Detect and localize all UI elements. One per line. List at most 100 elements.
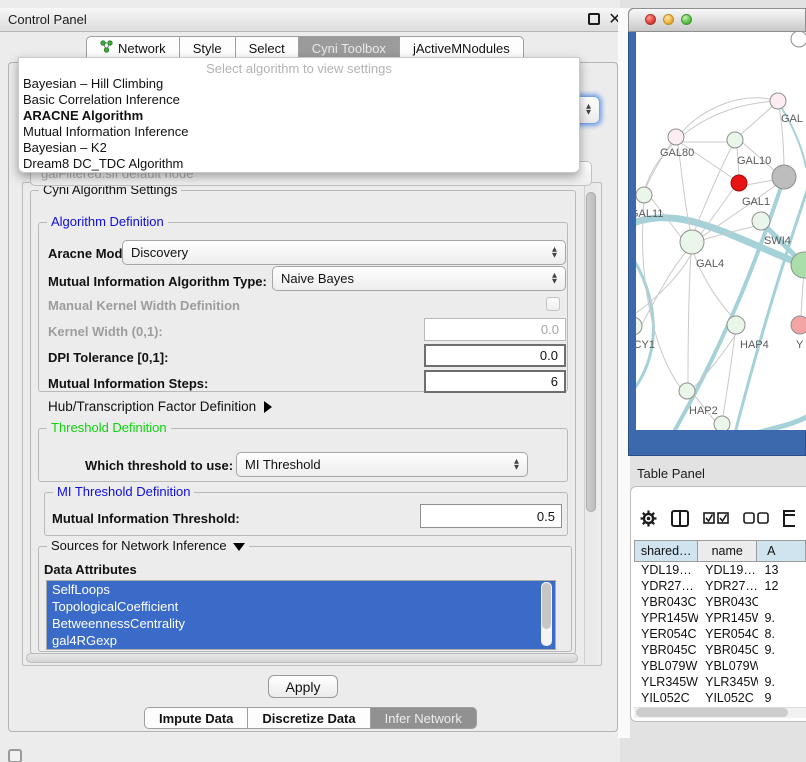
algorithm-option[interactable]: ARACNE Algorithm [19, 108, 579, 124]
table-cell: YPR145W [698, 610, 757, 626]
table-row[interactable]: YPR145WYPR145W9. [634, 610, 806, 626]
table-cell: YPR145W [634, 610, 698, 626]
tab-network[interactable]: Network [86, 36, 179, 59]
attribute-list-item[interactable]: TopologicalCoefficient [47, 598, 555, 615]
attribute-list-item[interactable]: BetweennessCentrality [47, 615, 555, 632]
tab-label: Cyni Toolbox [312, 41, 386, 56]
network-node[interactable] [791, 32, 806, 47]
table-row[interactable]: YER054CYER054C8. [634, 626, 806, 642]
select-all-checkboxes-icon[interactable] [703, 512, 729, 525]
deselect-checkboxes-icon[interactable] [743, 512, 769, 525]
bottom-tab-discretize-data[interactable]: Discretize Data [247, 707, 369, 729]
algorithm-dropdown-popup: Select algorithm to view settings Bayesi… [18, 57, 580, 173]
attribute-list-item[interactable]: SelfLoops [47, 581, 555, 598]
attributes-scrollbar-thumb[interactable] [542, 583, 551, 629]
tab-select[interactable]: Select [235, 36, 298, 59]
data-attributes-list[interactable]: SelfLoopsTopologicalCoefficientBetweenne… [46, 580, 556, 650]
minimize-window-icon[interactable] [663, 14, 674, 25]
aracne-mode-value: Discovery [131, 245, 188, 260]
panel-grip-icon[interactable] [8, 749, 22, 762]
table-row[interactable]: YBL079WYBL079W [634, 658, 806, 674]
table-cell: 9 [758, 690, 806, 706]
mi-threshold-field[interactable]: 0.5 [420, 504, 562, 528]
algorithm-option[interactable]: Mutual Information Inference [19, 124, 579, 140]
tab-cyni-toolbox[interactable]: Cyni Toolbox [298, 36, 399, 59]
table-row[interactable]: YDR27…YDR27…12 [634, 578, 806, 594]
settings-horizontal-scrollbar-thumb[interactable] [26, 653, 578, 663]
table-row[interactable]: YBR043CYBR043C [634, 594, 806, 610]
algorithm-option[interactable]: Basic Correlation Inference [19, 92, 579, 108]
apply-button[interactable]: Apply [268, 675, 338, 698]
bottom-tab-infer-network[interactable]: Infer Network [370, 707, 477, 729]
manual-kernel-width-checkbox[interactable] [546, 297, 560, 311]
table-cell: YDL19… [634, 562, 698, 578]
algorithm-popup-items: Bayesian – Hill ClimbingBasic Correlatio… [19, 76, 579, 172]
network-node-labels: GALGAL80GAL10GAL1GAL11SWI4GAL4GCY1HAP4YH… [636, 113, 804, 417]
float-window-icon[interactable] [588, 13, 600, 25]
tab-jactivemnodules[interactable]: jActiveMNodules [399, 36, 524, 59]
table-function-icon[interactable] [783, 510, 795, 527]
network-node-hap2[interactable] [679, 383, 695, 399]
column-header-name[interactable]: name [697, 540, 756, 562]
dpi-tolerance-field[interactable]: 0.0 [424, 344, 566, 367]
settings-vertical-scrollbar-thumb[interactable] [586, 192, 596, 512]
which-threshold-label: Which threshold to use: [85, 458, 233, 473]
hub-definition-label: Hub/Transcription Factor Definition [48, 399, 256, 414]
table-cell: 9. [758, 610, 806, 626]
algorithm-option[interactable]: Dream8 DC_TDC Algorithm [19, 156, 579, 172]
table-cell: YLR345W [698, 674, 757, 690]
zoom-window-icon[interactable] [681, 14, 692, 25]
table-cell: YDR27… [634, 578, 698, 594]
node-label: GAL [781, 113, 803, 125]
network-node-gal[interactable] [770, 93, 786, 109]
table-cell [758, 594, 806, 610]
mi-algorithm-type-combobox[interactable]: Naive Bayes ▲▼ [272, 266, 566, 291]
network-node-y[interactable] [791, 316, 806, 334]
node-label: Y [796, 339, 804, 351]
table-row[interactable]: YDL19…YDL19…13 [634, 562, 806, 578]
attribute-list-item[interactable]: gal4RGexp [47, 632, 555, 649]
table-cell: 13 [758, 562, 806, 578]
table-row[interactable]: YLR345WYLR345W9. [634, 674, 806, 690]
network-canvas[interactable]: GALGAL80GAL10GAL1GAL11SWI4GAL4GCY1HAP4YH… [636, 32, 806, 430]
gear-icon[interactable] [640, 510, 657, 527]
table-row[interactable]: YBR045CYBR045C9. [634, 642, 806, 658]
network-node-gal1[interactable] [731, 175, 747, 191]
mi-steps-field[interactable]: 6 [424, 370, 566, 393]
network-node-gal80[interactable] [668, 129, 684, 145]
algorithm-option[interactable]: Bayesian – Hill Climbing [19, 76, 579, 92]
network-node-gal10[interactable] [727, 132, 743, 148]
algorithm-definition-title: Algorithm Definition [47, 214, 168, 229]
network-node[interactable] [714, 416, 730, 430]
tab-style[interactable]: Style [179, 36, 235, 59]
network-node-gal11[interactable] [636, 187, 652, 203]
table-cell: YIL052C [698, 690, 757, 706]
network-node-gcy1[interactable] [636, 317, 642, 335]
algorithm-option[interactable]: Bayesian – K2 [19, 140, 579, 156]
which-threshold-combobox[interactable]: MI Threshold ▲▼ [236, 452, 528, 477]
kernel-width-field[interactable]: 0.0 [424, 318, 566, 341]
node-table[interactable]: shared… name A YDL19…YDL19…13YDR27…YDR27… [634, 540, 806, 708]
split-view-icon[interactable] [671, 510, 689, 527]
close-window-icon[interactable] [645, 14, 656, 25]
table-horizontal-scrollbar-thumb[interactable] [636, 708, 788, 717]
table-row[interactable]: YIL052CYIL052C9 [634, 690, 806, 706]
mi-steps-value: 6 [551, 374, 558, 389]
bottom-tab-impute-data[interactable]: Impute Data [144, 707, 247, 729]
expanded-arrow-icon [233, 543, 245, 551]
hub-definition-expander[interactable]: Hub/Transcription Factor Definition [48, 399, 272, 414]
control-panel-title: Control Panel [8, 12, 87, 27]
table-cell: YBR043C [634, 594, 698, 610]
table-cell: YBL079W [698, 658, 757, 674]
column-header-shared-name[interactable]: shared… [634, 540, 697, 562]
aracne-mode-combobox[interactable]: Discovery ▲▼ [122, 240, 566, 265]
network-node-hap4[interactable] [727, 316, 745, 334]
control-panel-tabs: NetworkStyleSelect Cyni Toolbox jActiveMNo… [86, 36, 524, 59]
column-header-partial[interactable]: A [756, 540, 806, 562]
network-node-gal4[interactable] [680, 230, 704, 254]
network-node-swi4[interactable] [752, 212, 770, 230]
table-cell: YLR345W [634, 674, 698, 690]
network-node[interactable] [772, 165, 796, 189]
table-cell: YIL052C [634, 690, 698, 706]
node-label: GAL1 [742, 196, 770, 208]
